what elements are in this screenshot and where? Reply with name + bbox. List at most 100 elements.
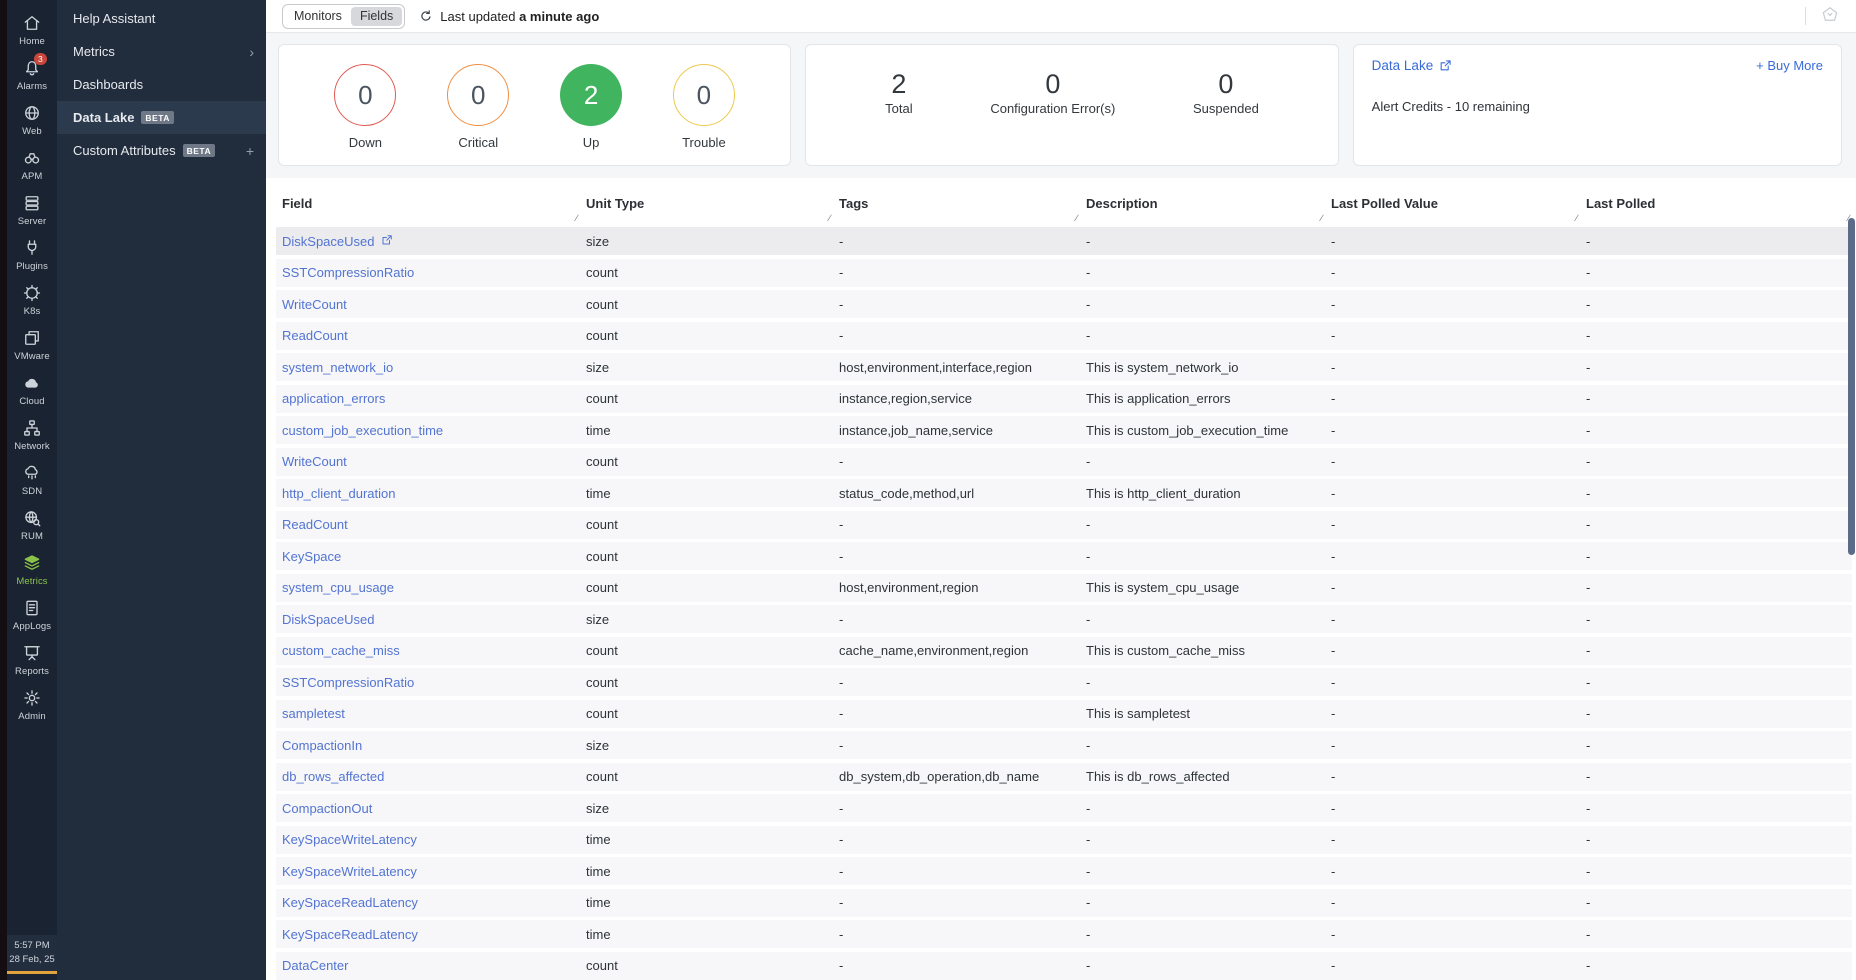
table-row: KeySpacecount---- bbox=[276, 542, 1852, 570]
column-header-last-polled-value[interactable]: Last Polled Value∕∕ bbox=[1325, 192, 1580, 223]
field-link[interactable]: KeySpaceReadLatency bbox=[276, 895, 580, 910]
table-row: SSTCompressionRatiocount---- bbox=[276, 259, 1852, 287]
last-polled-value-cell: - bbox=[1325, 486, 1580, 501]
field-link[interactable]: db_rows_affected bbox=[276, 769, 580, 784]
buy-more-link[interactable]: + Buy More bbox=[1756, 58, 1823, 73]
rail-item-alarms[interactable]: Alarms3 bbox=[7, 53, 57, 98]
field-link[interactable]: custom_job_execution_time bbox=[276, 423, 580, 438]
field-link[interactable]: SSTCompressionRatio bbox=[276, 265, 580, 280]
count-label: Suspended bbox=[1193, 101, 1259, 116]
sidebar-item-metrics[interactable]: Metrics› bbox=[57, 35, 266, 68]
rail-item-label: APM bbox=[22, 171, 43, 182]
data-lake-link[interactable]: Data Lake bbox=[1372, 58, 1453, 73]
rail-item-label: AppLogs bbox=[13, 621, 51, 632]
table-scrollbar[interactable] bbox=[1848, 218, 1855, 555]
field-link[interactable]: SSTCompressionRatio bbox=[276, 675, 580, 690]
last-polled-value-cell: - bbox=[1325, 360, 1580, 375]
rail-item-apm[interactable]: APM bbox=[7, 143, 57, 188]
toggle-fields[interactable]: Fields bbox=[351, 7, 402, 26]
field-link[interactable]: CompactionOut bbox=[276, 801, 580, 816]
sidebar-item-dashboards[interactable]: Dashboards bbox=[57, 68, 266, 101]
field-link[interactable]: system_cpu_usage bbox=[276, 580, 580, 595]
unit-type-cell: count bbox=[580, 643, 833, 658]
status-trouble[interactable]: 0Trouble bbox=[673, 64, 735, 150]
rail-item-k8s[interactable]: K8s bbox=[7, 278, 57, 323]
sdn-icon bbox=[22, 463, 42, 483]
rail-item-server[interactable]: Server bbox=[7, 188, 57, 233]
last-polled-cell: - bbox=[1580, 864, 1852, 879]
field-link[interactable]: KeySpaceReadLatency bbox=[276, 927, 580, 942]
last-polled-cell: - bbox=[1580, 643, 1852, 658]
refresh-icon[interactable] bbox=[419, 9, 433, 23]
field-link[interactable]: DiskSpaceUsed bbox=[276, 612, 580, 627]
rail-item-label: Cloud bbox=[19, 396, 44, 407]
field-link[interactable]: KeySpace bbox=[276, 549, 580, 564]
page-share-icon[interactable] bbox=[1820, 4, 1840, 29]
rail-item-applogs[interactable]: AppLogs bbox=[7, 593, 57, 638]
sidebar-item-data-lake[interactable]: Data LakeBETA bbox=[57, 101, 266, 134]
icon-rail: HomeAlarms3Web APM ServerPlugins K8s VMware C… bbox=[7, 0, 57, 980]
rail-item-label: SDN bbox=[22, 486, 42, 497]
rail-item-plugins[interactable]: Plugins bbox=[7, 233, 57, 278]
last-polled-value-cell: - bbox=[1325, 675, 1580, 690]
plus-icon[interactable]: + bbox=[246, 144, 254, 158]
field-link[interactable]: WriteCount bbox=[276, 454, 580, 469]
column-header-last-polled[interactable]: Last Polled∕∕ bbox=[1580, 192, 1852, 223]
field-link[interactable]: system_network_io bbox=[276, 360, 580, 375]
data-lake-link-label: Data Lake bbox=[1372, 58, 1434, 73]
column-header-label: Unit Type bbox=[586, 196, 644, 211]
rail-item-vmware[interactable]: VMware bbox=[7, 323, 57, 368]
status-up[interactable]: 2Up bbox=[560, 64, 622, 150]
rail-item-label: K8s bbox=[24, 306, 41, 317]
unit-type-cell: time bbox=[580, 864, 833, 879]
field-link[interactable]: DataCenter bbox=[276, 958, 580, 973]
status-critical[interactable]: 0Critical bbox=[447, 64, 509, 150]
rail-item-rum[interactable]: RUM bbox=[7, 503, 57, 548]
sidebar-item-help-assistant[interactable]: Help Assistant bbox=[57, 2, 266, 35]
last-polled-cell: - bbox=[1580, 549, 1852, 564]
tags-cell: - bbox=[833, 234, 1080, 249]
monitors-fields-toggle[interactable]: Monitors Fields bbox=[282, 4, 405, 29]
field-link[interactable]: WriteCount bbox=[276, 297, 580, 312]
rail-item-metrics[interactable]: Metrics bbox=[7, 548, 57, 593]
field-link[interactable]: application_errors bbox=[276, 391, 580, 406]
field-link[interactable]: ReadCount bbox=[276, 328, 580, 343]
clock-time: 5:57 PM bbox=[7, 939, 57, 953]
field-link[interactable]: KeySpaceWriteLatency bbox=[276, 832, 580, 847]
field-link[interactable]: KeySpaceWriteLatency bbox=[276, 864, 580, 879]
description-cell: This is db_rows_affected bbox=[1080, 769, 1325, 784]
unit-type-cell: count bbox=[580, 391, 833, 406]
rail-item-cloud[interactable]: Cloud bbox=[7, 368, 57, 413]
unit-type-cell: time bbox=[580, 832, 833, 847]
tags-cell: - bbox=[833, 832, 1080, 847]
last-polled-value-cell: - bbox=[1325, 738, 1580, 753]
sidebar-item-custom-attributes[interactable]: Custom AttributesBETA+ bbox=[57, 134, 266, 167]
external-link-icon bbox=[381, 234, 393, 249]
field-link[interactable]: ReadCount bbox=[276, 517, 580, 532]
field-link[interactable]: custom_cache_miss bbox=[276, 643, 580, 658]
count-total: 2Total bbox=[885, 69, 912, 116]
rail-item-home[interactable]: Home bbox=[7, 8, 57, 53]
table-row: application_errorscountinstance,region,s… bbox=[276, 385, 1852, 413]
field-link[interactable]: DiskSpaceUsed bbox=[276, 234, 580, 249]
rail-item-reports[interactable]: Reports bbox=[7, 638, 57, 683]
table-row: ReadCountcount---- bbox=[276, 511, 1852, 539]
column-header-tags[interactable]: Tags∕∕ bbox=[833, 192, 1080, 223]
rail-item-admin[interactable]: Admin bbox=[7, 683, 57, 728]
rail-item-sdn[interactable]: SDN bbox=[7, 458, 57, 503]
status-label: Down bbox=[349, 135, 382, 150]
rail-item-web[interactable]: Web bbox=[7, 98, 57, 143]
status-down[interactable]: 0Down bbox=[334, 64, 396, 150]
field-name: KeySpaceWriteLatency bbox=[282, 832, 417, 847]
field-link[interactable]: sampletest bbox=[276, 706, 580, 721]
description-cell: - bbox=[1080, 738, 1325, 753]
rail-item-network[interactable]: Network bbox=[7, 413, 57, 458]
column-header-field[interactable]: Field∕∕ bbox=[276, 192, 580, 223]
field-name: http_client_duration bbox=[282, 486, 395, 501]
column-header-description[interactable]: Description∕∕ bbox=[1080, 192, 1325, 223]
column-header-unit-type[interactable]: Unit Type∕∕ bbox=[580, 192, 833, 223]
toggle-monitors[interactable]: Monitors bbox=[285, 7, 351, 26]
field-link[interactable]: CompactionIn bbox=[276, 738, 580, 753]
sidebar-item-label: Help Assistant bbox=[73, 11, 155, 26]
field-link[interactable]: http_client_duration bbox=[276, 486, 580, 501]
